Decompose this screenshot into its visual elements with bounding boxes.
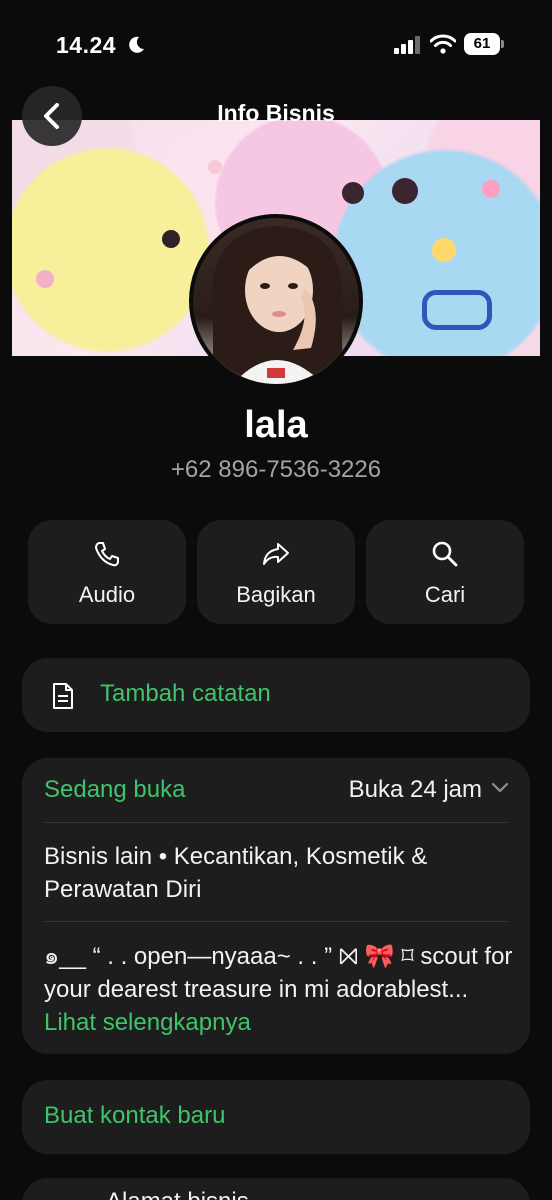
divider — [44, 822, 508, 823]
business-address-label: Alamat bisnis — [106, 1188, 249, 1200]
audio-call-button[interactable]: Audio — [28, 520, 186, 624]
battery-level: 61 — [473, 35, 491, 52]
document-icon — [53, 683, 73, 709]
search-icon — [432, 541, 458, 567]
avatar-image — [213, 226, 343, 384]
share-label: Bagikan — [236, 582, 316, 607]
signal-icon — [394, 36, 420, 54]
business-info-card: Sedang buka Buka 24 jam Bisnis lain • Ke… — [22, 758, 530, 1054]
share-button[interactable]: Bagikan — [197, 520, 355, 624]
search-button[interactable]: Cari — [366, 520, 524, 624]
search-label: Cari — [424, 582, 466, 607]
phone-icon — [95, 542, 119, 567]
divider — [44, 921, 508, 922]
hours-label: Buka 24 jam — [348, 776, 482, 803]
audio-label: Audio — [78, 582, 136, 607]
create-contact-label: Buat kontak baru — [44, 1102, 226, 1129]
open-status: Sedang buka — [44, 776, 186, 803]
moon-icon — [129, 36, 144, 53]
page-title: Info Bisnis — [217, 100, 335, 126]
business-category: Bisnis lain • Kecantikan, Kosmetik & Per… — [44, 843, 428, 903]
profile-phone: +62 896-7536-3226 — [170, 456, 382, 483]
business-address-card[interactable]: Alamat bisnis — [22, 1178, 530, 1200]
chevron-down-icon — [491, 782, 509, 793]
profile-name: lala — [244, 404, 308, 446]
description-text: ๑__ “ . . open—nyaaa~ . . ” ⨝ 🎀 ⌑ scout … — [44, 943, 513, 1003]
avatar[interactable] — [189, 214, 363, 388]
add-note-button[interactable]: Tambah catatan — [22, 658, 530, 732]
share-icon — [263, 543, 289, 565]
status-bar: 14.24 61 — [0, 0, 552, 90]
create-contact-button[interactable]: Buat kontak baru — [22, 1080, 530, 1154]
business-description: ๑__ “ . . open—nyaaa~ . . ” ⨝ 🎀 ⌑ scout … — [44, 940, 514, 1039]
screen: 14.24 61 Info Bisnis lala +62 896-7536-3… — [0, 0, 552, 1200]
see-more-link[interactable]: Lihat selengkapnya — [44, 1009, 251, 1036]
add-note-label: Tambah catatan — [100, 680, 271, 707]
status-time: 14.24 — [56, 32, 117, 58]
battery-icon: 61 — [464, 33, 504, 55]
wifi-icon — [430, 34, 456, 54]
